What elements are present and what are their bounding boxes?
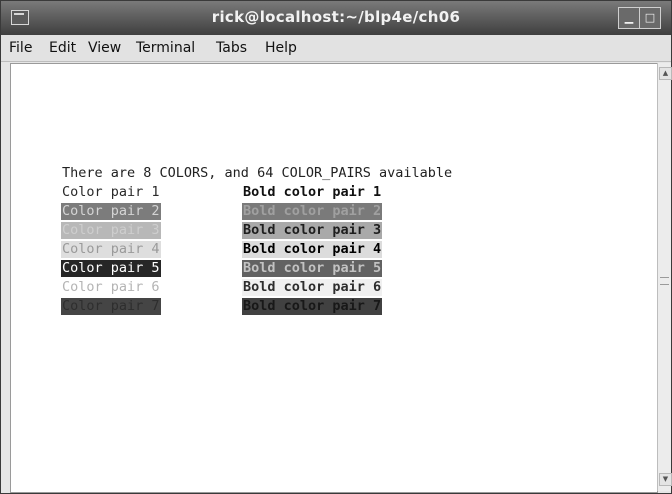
terminal-window: rick@localhost:~/blp4e/ch06 ▁ □ File Edi… xyxy=(0,0,672,494)
menu-view[interactable]: View xyxy=(88,40,121,56)
color-pair-6: Color pair 6 xyxy=(61,279,161,296)
scroll-down-icon[interactable]: ▼ xyxy=(659,473,672,486)
bold-color-pair-5: Bold color pair 5 xyxy=(242,260,383,277)
scroll-up-icon[interactable]: ▲ xyxy=(659,67,672,80)
window-title: rick@localhost:~/blp4e/ch06 xyxy=(211,8,461,26)
bold-color-pair-3: Bold color pair 3 xyxy=(242,222,383,239)
menu-help[interactable]: Help xyxy=(265,40,297,56)
color-pair-3: Color pair 3 xyxy=(61,222,161,239)
menu-terminal[interactable]: Terminal xyxy=(136,40,195,56)
maximize-button[interactable]: □ xyxy=(639,7,661,29)
bold-color-pair-6: Bold color pair 6 xyxy=(242,279,383,296)
title-bar[interactable]: rick@localhost:~/blp4e/ch06 ▁ □ xyxy=(1,1,671,35)
color-pair-5: Color pair 5 xyxy=(61,260,161,277)
color-pair-1: Color pair 1 xyxy=(61,184,161,201)
terminal-output[interactable]: There are 8 COLORS, and 64 COLOR_PAIRS a… xyxy=(10,63,658,493)
bold-color-pair-2: Bold color pair 2 xyxy=(242,203,383,220)
bold-color-pair-7: Bold color pair 7 xyxy=(242,298,383,315)
menu-bar: File Edit View Terminal Tabs Help xyxy=(1,35,671,62)
color-pair-7: Color pair 7 xyxy=(61,298,161,315)
bold-color-pair-4: Bold color pair 4 xyxy=(242,241,383,258)
bold-color-pair-1: Bold color pair 1 xyxy=(242,184,383,201)
vertical-scrollbar[interactable]: ▲ ▼ xyxy=(657,63,672,491)
color-pair-2: Color pair 2 xyxy=(61,203,161,220)
menu-edit[interactable]: Edit xyxy=(49,40,76,56)
minimize-button[interactable]: ▁ xyxy=(618,7,640,29)
menu-tabs[interactable]: Tabs xyxy=(216,40,247,56)
color-pair-4: Color pair 4 xyxy=(61,241,161,258)
scroll-grip-icon[interactable] xyxy=(660,277,669,285)
menu-file[interactable]: File xyxy=(9,40,32,56)
colors-summary: There are 8 COLORS, and 64 COLOR_PAIRS a… xyxy=(62,165,453,181)
